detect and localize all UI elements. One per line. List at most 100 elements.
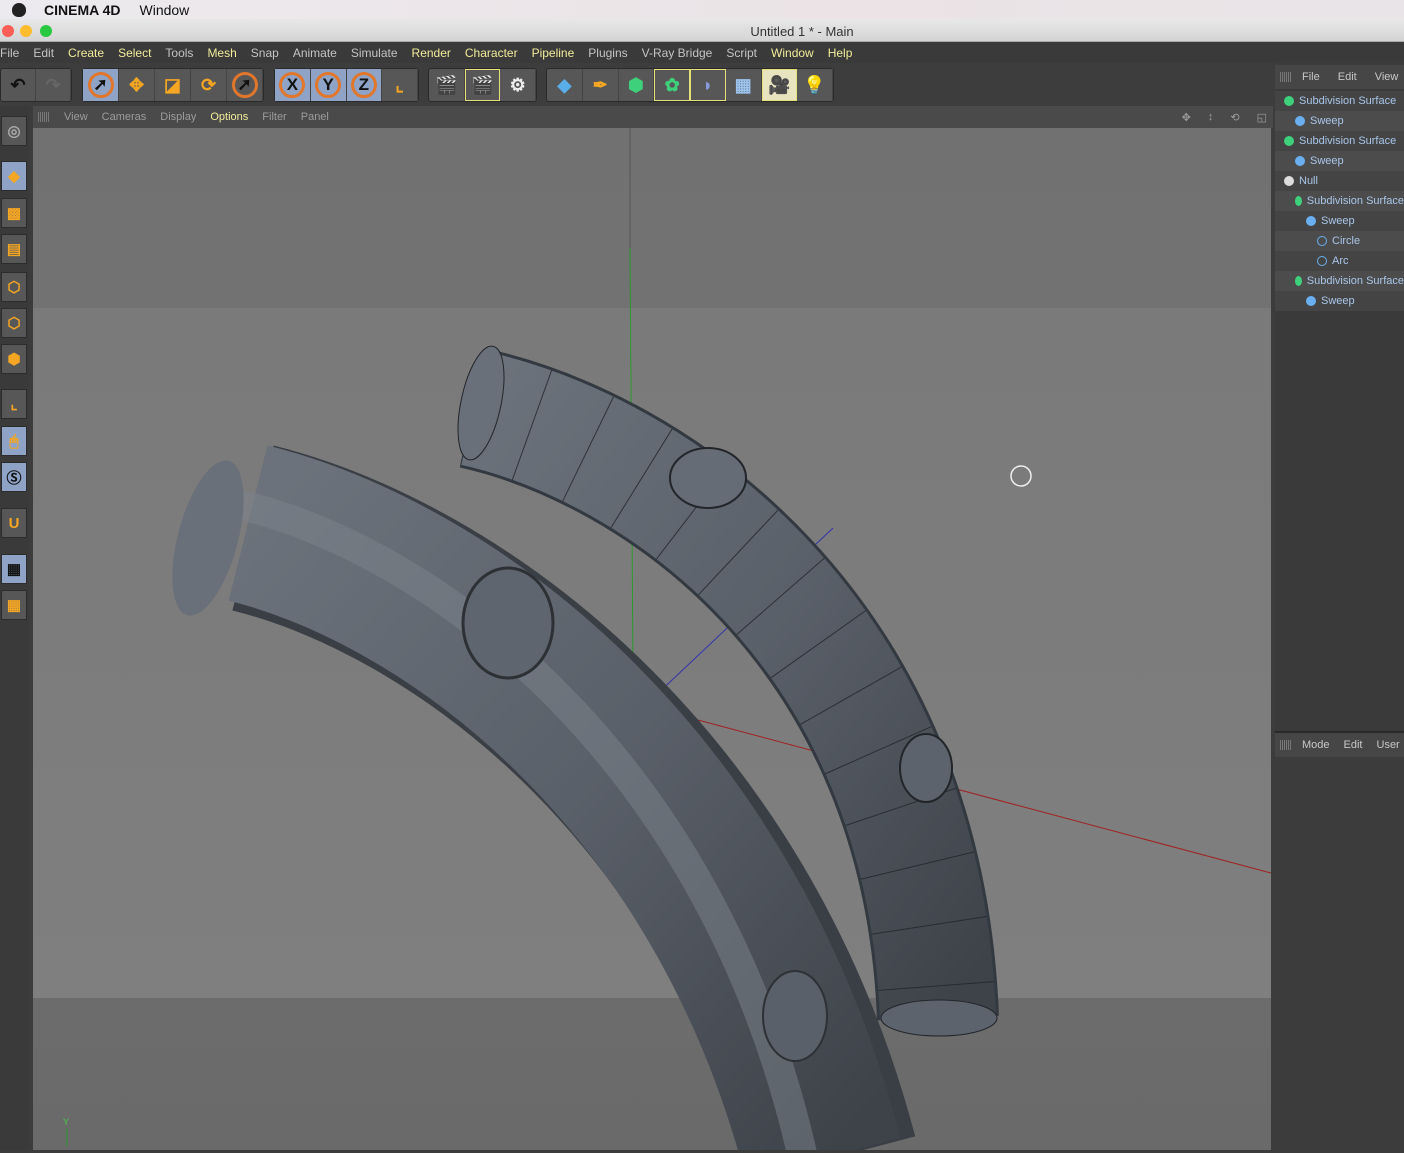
y-axis-button[interactable]: Y xyxy=(310,69,347,101)
menu-select[interactable]: Select xyxy=(118,46,151,60)
object-label: Sweep xyxy=(1310,115,1344,127)
object-row[interactable]: Subdivision Surface xyxy=(1275,191,1404,211)
object-row[interactable]: Sweep xyxy=(1275,211,1404,231)
null-icon xyxy=(1284,176,1294,186)
menu-tools[interactable]: Tools xyxy=(165,46,193,60)
tweak-mode-button[interactable]: 🖱 xyxy=(1,426,27,456)
viewport-menu-options[interactable]: Options xyxy=(210,111,248,123)
sweep-icon xyxy=(1295,156,1305,166)
menu-window[interactable]: Window xyxy=(771,46,814,60)
title-bar: Untitled 1 * - Main xyxy=(0,19,1404,42)
object-list: Subdivision Surface Sweep Subdivision Surf… xyxy=(1275,89,1404,311)
menu-v-ray-bridge[interactable]: V-Ray Bridge xyxy=(642,46,713,60)
subdivision-icon xyxy=(1295,276,1302,286)
object-label: Subdivision Surface xyxy=(1299,95,1397,107)
menu-plugins[interactable]: Plugins xyxy=(588,46,627,60)
object-row[interactable]: Sweep xyxy=(1275,151,1404,171)
pen-spline-button[interactable]: ✒ xyxy=(583,69,619,101)
deformer-button[interactable]: ◗ xyxy=(690,69,726,101)
texture-mode-button[interactable]: ▩ xyxy=(1,198,27,228)
cube-button[interactable]: ◆ xyxy=(547,69,583,101)
object-row[interactable]: Subdivision Surface xyxy=(1275,91,1404,111)
viewport-menu: View Cameras Display Options Filter Panel ✥ ↕ ⟲… xyxy=(33,106,1273,128)
object-row[interactable]: Sweep xyxy=(1275,291,1404,311)
scale-button[interactable]: ◪ xyxy=(155,69,191,101)
toggle-layout-icon[interactable]: ◱ xyxy=(1257,111,1267,124)
object-row[interactable]: Arc xyxy=(1275,251,1404,271)
menu-simulate[interactable]: Simulate xyxy=(351,46,398,60)
viewport-menu-display[interactable]: Display xyxy=(160,111,196,123)
object-row[interactable]: Subdivision Surface xyxy=(1275,271,1404,291)
x-axis-button[interactable]: X xyxy=(275,69,311,101)
menu-edit[interactable]: Edit xyxy=(33,46,54,60)
undo-button[interactable]: ↶ xyxy=(1,69,36,101)
subdivision-icon xyxy=(1284,96,1294,106)
object-row[interactable]: Circle xyxy=(1275,231,1404,251)
light-button[interactable]: 💡 xyxy=(797,69,833,101)
object-row[interactable]: Subdivision Surface xyxy=(1275,131,1404,151)
om-file[interactable]: File xyxy=(1302,71,1320,83)
app-menu[interactable]: CINEMA 4D xyxy=(44,2,121,18)
menu-pipeline[interactable]: Pipeline xyxy=(532,46,575,60)
axis-gizmo-label: Y xyxy=(63,1117,69,1127)
om-edit[interactable]: Edit xyxy=(1338,71,1357,83)
orbit-view-icon[interactable]: ⟲ xyxy=(1230,111,1239,124)
cursor-icon: ➚ xyxy=(231,72,258,98)
dolly-view-icon[interactable]: ↕ xyxy=(1208,111,1214,124)
subdivision-surface-button[interactable]: ⬢ xyxy=(619,69,655,101)
render-picture-viewer-button[interactable]: 🎬 xyxy=(464,69,501,101)
selection-tool-button[interactable]: ➚ xyxy=(227,69,263,101)
menu-help[interactable]: Help xyxy=(828,46,853,60)
make-editable-button[interactable]: ◎ xyxy=(1,116,27,146)
am-edit[interactable]: Edit xyxy=(1344,739,1363,751)
lock-workplane-button[interactable]: ▦ xyxy=(1,554,27,584)
scene: Y xyxy=(63,128,1272,1153)
mac-menu-window[interactable]: Window xyxy=(140,2,190,18)
menu-script[interactable]: Script xyxy=(726,46,757,60)
planar-workplane-button[interactable]: ▦ xyxy=(1,590,27,620)
grip-icon xyxy=(1280,72,1292,82)
floor-button[interactable]: ▦ xyxy=(726,69,762,101)
camera-button[interactable]: 🎥 xyxy=(761,69,798,101)
edges-mode-button[interactable]: ⬡ xyxy=(1,308,27,338)
viewport-menu-filter[interactable]: Filter xyxy=(262,111,286,123)
menu-snap[interactable]: Snap xyxy=(251,46,279,60)
live-selection-button[interactable]: ➚ xyxy=(83,69,119,101)
circle-spline-icon xyxy=(1317,236,1327,246)
viewport-menu-view[interactable]: View xyxy=(64,111,88,123)
menu-create[interactable]: Create xyxy=(68,46,104,60)
menu-file[interactable]: File xyxy=(0,46,19,60)
menu-render[interactable]: Render xyxy=(412,46,451,60)
arc-spline-icon xyxy=(1317,256,1327,266)
axis-mode-button[interactable]: ⌞ xyxy=(1,389,27,419)
array-button[interactable]: ✿ xyxy=(654,69,690,101)
snap-button[interactable]: Ⓢ xyxy=(1,462,27,492)
3d-viewport[interactable]: Y xyxy=(33,128,1272,1153)
menu-character[interactable]: Character xyxy=(465,46,518,60)
polygons-mode-button[interactable]: ⬢ xyxy=(1,344,27,374)
command-toolbar: ↶ ↷ ➚ ✥ ◪ ⟳ ➚ X Y Z ⌞ 🎬 🎬 ⚙ ◆ ✒ ⬢ ✿ ◗ ▦ 🎥… xyxy=(0,63,1275,106)
cursor-icon: ➚ xyxy=(87,72,114,98)
apple-icon[interactable] xyxy=(12,2,26,17)
am-user[interactable]: User xyxy=(1377,739,1400,751)
menu-animate[interactable]: Animate xyxy=(293,46,337,60)
magnet-button[interactable]: U xyxy=(1,508,27,538)
om-view[interactable]: View xyxy=(1375,71,1399,83)
viewport-menu-cameras[interactable]: Cameras xyxy=(102,111,147,123)
menu-mesh[interactable]: Mesh xyxy=(207,46,236,60)
move-button[interactable]: ✥ xyxy=(119,69,155,101)
z-axis-button[interactable]: Z xyxy=(346,69,383,101)
render-settings-button[interactable]: ⚙ xyxy=(500,69,536,101)
workplane-button[interactable]: ▤ xyxy=(1,234,27,264)
redo-button[interactable]: ↷ xyxy=(36,69,71,101)
object-row[interactable]: Sweep xyxy=(1275,111,1404,131)
am-mode[interactable]: Mode xyxy=(1302,739,1330,751)
model-mode-button[interactable]: ◆ xyxy=(1,161,27,191)
coordinate-system-button[interactable]: ⌞ xyxy=(382,69,418,101)
rotate-button[interactable]: ⟳ xyxy=(191,69,227,101)
render-view-button[interactable]: 🎬 xyxy=(429,69,465,101)
object-row[interactable]: Null xyxy=(1275,171,1404,191)
viewport-menu-panel[interactable]: Panel xyxy=(301,111,329,123)
pan-view-icon[interactable]: ✥ xyxy=(1182,111,1191,124)
points-mode-button[interactable]: ⬡ xyxy=(1,272,27,302)
